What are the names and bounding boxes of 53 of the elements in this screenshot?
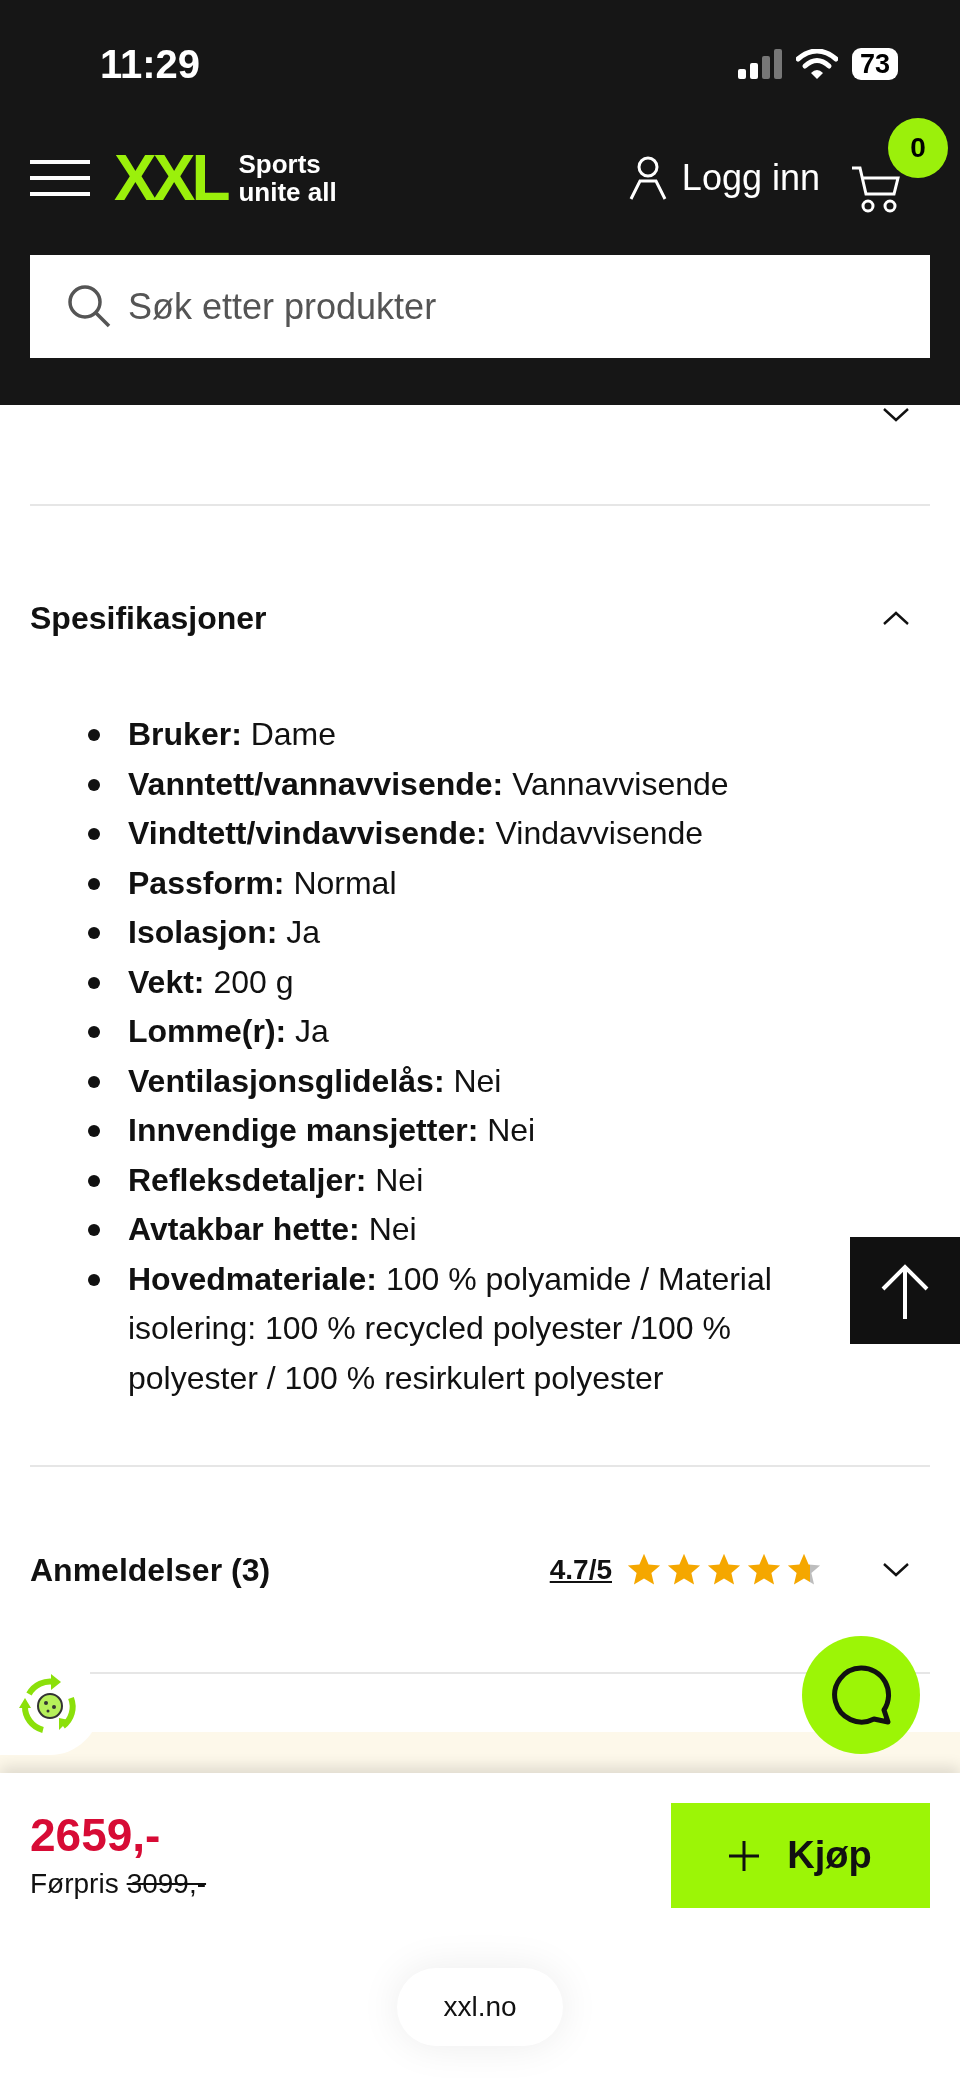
rating-link[interactable]: 4.7/5: [549, 1548, 612, 1591]
star-icon: [626, 1552, 662, 1587]
menu-icon[interactable]: [30, 158, 90, 198]
previous-price: 3099,-: [126, 1866, 207, 1901]
battery-indicator: 73: [851, 48, 898, 80]
bullet-icon: [88, 1125, 100, 1137]
spec-item: Hovedmateriale: 100 % polyamide / Material isolering: 100 % recycled polyester /100 % polyester / 100 % resirkulert polyester: [128, 1260, 772, 1396]
wifi-icon: [795, 49, 838, 79]
spec-item: Vindtett/vindavvisende: Vindavvisende: [128, 815, 704, 851]
bullet-icon: [88, 927, 100, 939]
bullet-icon: [88, 828, 100, 840]
signal-icon: [737, 49, 782, 79]
arrow-up-icon: [880, 1262, 930, 1319]
spec-item: Lomme(r): Ja: [128, 1013, 329, 1049]
bullet-icon: [88, 877, 100, 890]
status-time: 11:29: [100, 41, 201, 88]
back-to-top-button[interactable]: [850, 1237, 960, 1344]
spec-item: Innvendige mansjetter: Nei: [128, 1112, 536, 1148]
logo[interactable]: XXL: [114, 146, 227, 210]
spec-item: Avtakbar hette: Nei: [128, 1211, 417, 1247]
spec-item: Bruker: Dame: [128, 716, 337, 752]
cart-count-badge: 0: [888, 118, 948, 178]
section-title[interactable]: Anmeldelser (3): [30, 1545, 271, 1594]
star-icon: [666, 1552, 702, 1587]
star-icon: [746, 1552, 782, 1587]
bullet-icon: [88, 778, 100, 791]
bullet-icon: [88, 1273, 100, 1286]
spec-item: Refleksdetaljer: Nei: [128, 1161, 424, 1198]
search-field[interactable]: Søk etter produkter: [30, 255, 930, 358]
url-pill[interactable]: xxl.no: [397, 1968, 563, 2046]
section-title[interactable]: Spesifikasjoner: [30, 594, 267, 642]
bullet-icon: [88, 976, 100, 989]
star-icon: [786, 1552, 822, 1587]
bullet-icon: [88, 1174, 100, 1187]
search-icon: [66, 283, 112, 329]
logo-tagline: Sports unite all: [238, 150, 337, 206]
bullet-icon: [88, 729, 100, 741]
spec-item: Vanntett/vannavvisende: Vannavvisende: [128, 765, 729, 802]
login-button[interactable]: Logg inn: [627, 151, 820, 205]
user-icon: [627, 155, 668, 201]
buy-button[interactable]: Kjøp: [671, 1803, 930, 1908]
spec-item: Vekt: 200 g: [128, 963, 294, 1000]
previous-price-label: Førpris: [30, 1866, 119, 1901]
price: 2659,-: [30, 1807, 162, 1863]
plus-icon: [729, 1840, 760, 1871]
spec-item: Isolasjon: Ja: [128, 914, 321, 950]
star-icon: [706, 1552, 742, 1587]
spec-item: Ventilasjonsglidelås: Nei: [128, 1062, 502, 1099]
bullet-icon: [88, 1224, 100, 1236]
bullet-icon: [88, 1075, 100, 1088]
bullet-icon: [88, 1026, 100, 1038]
chat-icon: [830, 1664, 892, 1726]
spec-item: Passform: Normal: [128, 864, 397, 901]
